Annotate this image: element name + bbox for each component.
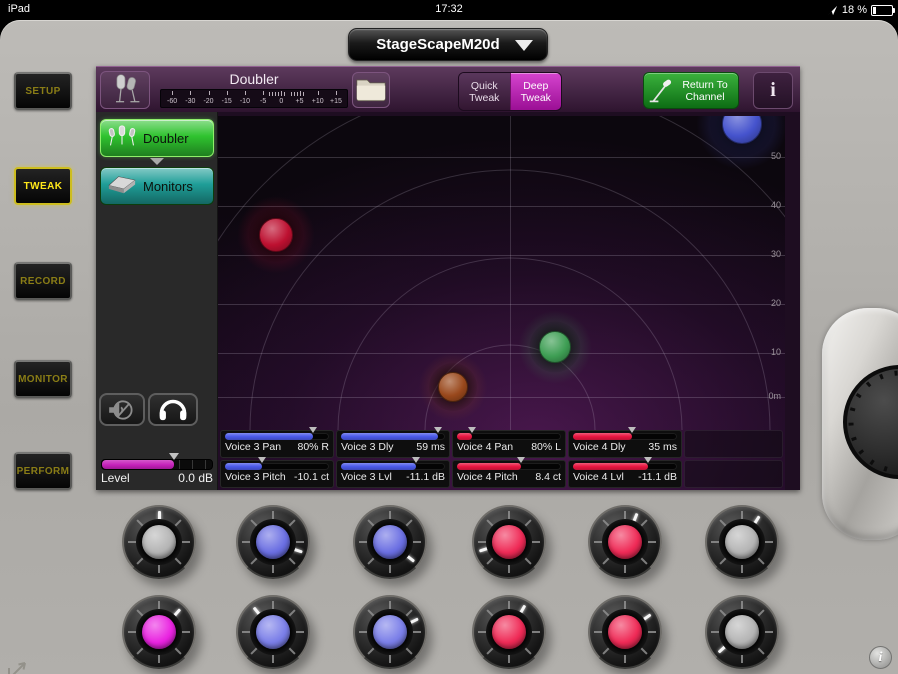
knob-12-gray[interactable] [705,595,779,669]
status-bar: iPad 17:32 18 % [0,0,898,20]
knob-cap-blue [373,615,407,649]
knob-11-red[interactable] [588,595,662,669]
knob-9-blue[interactable] [353,595,427,669]
location-arrow-icon [827,5,838,16]
knob-cap-blue [256,525,290,559]
knob-cap-red [492,525,526,559]
screen: iPad 17:32 18 % StageScapeM20d SETUPTWEA… [0,0,898,674]
help-info-icon[interactable]: i [869,646,892,669]
resize-corner-icon[interactable] [6,658,32,674]
knob-4-red[interactable] [472,505,546,579]
knob-cap-red [608,615,642,649]
knob-cap-blue [256,615,290,649]
scroll-wheel[interactable] [843,365,898,479]
knob-panel [0,20,898,674]
scroll-wheel-notches [847,369,898,475]
knob-cap-gray [725,615,759,649]
statusbar-time: 17:32 [0,3,898,15]
knob-cap-gray [725,525,759,559]
knob-cap-magenta [142,615,176,649]
knob-5-red[interactable] [588,505,662,579]
knob-6-gray[interactable] [705,505,779,579]
knob-cap-blue [373,525,407,559]
knob-cap-red [492,615,526,649]
knob-3-blue[interactable] [353,505,427,579]
battery-icon [871,5,893,16]
knob-10-red[interactable] [472,595,546,669]
knob-2-blue[interactable] [236,505,310,579]
knob-cap-gray [142,525,176,559]
device-bezel: StageScapeM20d SETUPTWEAKRECORDMONITORPE… [0,20,898,674]
knob-8-blue[interactable] [236,595,310,669]
knob-cap-red [608,525,642,559]
knob-1-gray[interactable] [122,505,196,579]
knob-7-magenta[interactable] [122,595,196,669]
battery-percent: 18 % [842,4,867,16]
